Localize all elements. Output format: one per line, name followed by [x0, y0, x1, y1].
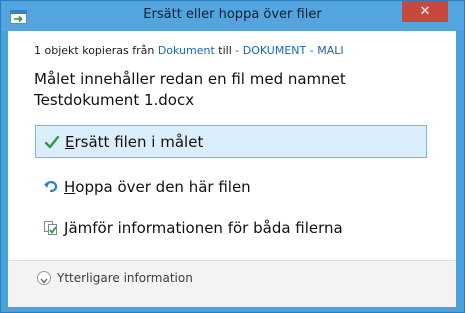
option-replace[interactable]: Ersätt filen i målet: [35, 125, 427, 158]
option-compare[interactable]: Jämför informationen för båda filerna: [35, 211, 427, 244]
skip-arrow-icon: [43, 179, 59, 195]
expand-details-button[interactable]: [37, 271, 51, 285]
summary-prefix: 1 objekt kopieras från: [34, 44, 158, 57]
title-bar[interactable]: Ersätt eller hoppa över filer ✕: [1, 1, 464, 31]
close-button[interactable]: ✕: [402, 1, 448, 22]
option-replace-label: Ersätt filen i målet: [65, 132, 204, 151]
summary-middle: till: [214, 44, 236, 57]
chevron-down-icon: [40, 269, 48, 288]
destination-link[interactable]: - DOKUMENT - MALI: [235, 44, 343, 57]
option-skip-label: Hoppa över den här filen: [64, 177, 251, 196]
compare-files-icon: [43, 220, 59, 236]
dialog-content: 1 objekt kopieras från Dokument till - D…: [8, 31, 456, 307]
option-skip[interactable]: Hoppa över den här filen: [35, 170, 427, 203]
source-link[interactable]: Dokument: [158, 44, 215, 57]
conflict-message: Målet innehåller redan en fil med namnet…: [34, 70, 346, 109]
option-compare-label: Jämför informationen för båda filerna: [64, 218, 343, 237]
copy-summary: 1 objekt kopieras från Dokument till - D…: [34, 44, 344, 57]
close-icon: ✕: [419, 4, 431, 19]
checkmark-icon: [44, 134, 60, 150]
more-info-link[interactable]: Ytterligare information: [57, 271, 193, 285]
window-title: Ersätt eller hoppa över filer: [143, 7, 322, 22]
dialog-window: Ersätt eller hoppa över filer ✕ 1 objekt…: [0, 0, 465, 313]
details-footer: Ytterligare information: [8, 260, 456, 307]
